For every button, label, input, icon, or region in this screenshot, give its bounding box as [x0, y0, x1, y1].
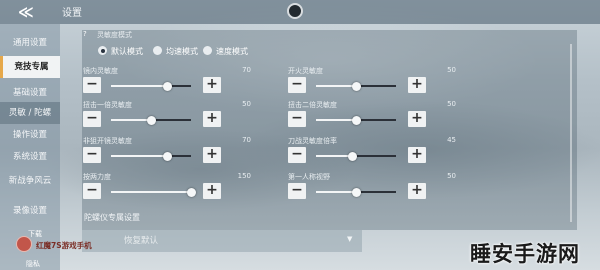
slider-value: 50 — [447, 66, 456, 74]
slider-handle[interactable] — [162, 81, 172, 91]
slider-track[interactable] — [111, 115, 191, 125]
sidebar-item[interactable]: 新战争风云 — [0, 170, 60, 192]
increase-button[interactable]: + — [408, 111, 426, 127]
decrease-button[interactable]: − — [83, 111, 101, 127]
sidebar-privacy-label: 隐私 — [26, 260, 40, 268]
increase-button[interactable]: + — [408, 147, 426, 163]
increase-button[interactable]: + — [203, 77, 221, 93]
increase-button[interactable]: + — [203, 147, 221, 163]
slider-value: 70 — [242, 136, 251, 144]
scrollbar[interactable] — [570, 44, 572, 222]
slider-fill — [111, 191, 191, 193]
radio-icon[interactable] — [203, 46, 212, 55]
slider-fill — [316, 119, 356, 121]
radio-icon[interactable] — [153, 46, 162, 55]
gyro-section-title: 陀螺仪专属设置 — [84, 213, 140, 222]
increase-button[interactable]: + — [408, 77, 426, 93]
sidebar-item[interactable]: 灵敏 / 陀螺 — [0, 102, 60, 124]
decrease-button[interactable]: − — [288, 111, 306, 127]
slider-label: 按两力度 — [83, 173, 111, 181]
slider-label: 镜内灵敏度 — [83, 67, 118, 75]
sidebar-item[interactable]: 系统设置 — [0, 146, 60, 168]
slider-value: 50 — [242, 100, 251, 108]
slider-value: 150 — [237, 172, 251, 180]
back-chevron-icon: ≪ — [18, 3, 34, 21]
decrease-button[interactable]: − — [288, 183, 306, 199]
slider-handle[interactable] — [351, 81, 361, 91]
slider-value: 50 — [447, 172, 456, 180]
slider-value: 45 — [447, 136, 456, 144]
radio-icon[interactable] — [98, 46, 107, 55]
slider-track[interactable] — [316, 81, 396, 91]
decrease-button[interactable]: − — [83, 147, 101, 163]
slider-track[interactable] — [316, 151, 396, 161]
increase-button[interactable]: + — [203, 111, 221, 127]
slider-track[interactable] — [111, 187, 196, 197]
slider-fill — [316, 85, 356, 87]
slider-value: 70 — [242, 66, 251, 74]
sidebar-item[interactable]: 操作设置 — [0, 124, 60, 146]
decrease-button[interactable]: − — [288, 77, 306, 93]
reset-default-button[interactable]: 恢复默认 — [82, 230, 362, 252]
sensitivity-section-title: 灵敏度模式 — [97, 31, 132, 39]
mode-option-label: 均速模式 — [166, 47, 198, 56]
slider-handle[interactable] — [347, 151, 357, 161]
back-button[interactable]: ≪ — [18, 3, 40, 21]
watermark-left: 红魔7S游戏手机 — [36, 241, 92, 250]
slider-label: 扭击二倍灵敏度 — [288, 101, 337, 109]
slider-handle[interactable] — [186, 187, 196, 197]
sidebar-item[interactable]: 通用设置 — [0, 32, 60, 54]
slider-fill — [111, 85, 167, 87]
increase-button[interactable]: + — [408, 183, 426, 199]
question-icon[interactable]: ? — [83, 30, 93, 40]
slider-track[interactable] — [316, 115, 396, 125]
slider-label: 刀战灵敏度倍率 — [288, 137, 337, 145]
settings-panel — [82, 30, 577, 230]
sidebar-item[interactable]: 基础设置 — [0, 82, 60, 104]
slider-fill — [111, 119, 151, 121]
slider-track[interactable] — [111, 81, 191, 91]
slider-handle[interactable] — [146, 115, 156, 125]
decrease-button[interactable]: − — [83, 183, 101, 199]
slider-label: 扭击一倍灵敏度 — [83, 101, 132, 109]
mode-option[interactable]: 均速模式 — [153, 46, 198, 58]
decrease-button[interactable]: − — [288, 147, 306, 163]
sidebar-item[interactable]: 录像设置 — [0, 200, 60, 222]
slider-track[interactable] — [111, 151, 191, 161]
chevron-down-icon: ▼ — [347, 235, 353, 243]
mode-option[interactable]: 默认模式 — [98, 46, 143, 58]
page-title: 设置 — [62, 8, 82, 19]
mode-option-label: 默认模式 — [111, 47, 143, 56]
slider-fill — [316, 191, 356, 193]
phone-logo-icon — [16, 236, 32, 252]
slider-handle[interactable] — [162, 151, 172, 161]
mode-option[interactable]: 速度模式 — [203, 46, 248, 58]
slider-label: 非狙开镜灵敏度 — [83, 137, 132, 145]
slider-fill — [316, 155, 352, 157]
slider-label: 第一人称视野 — [288, 173, 330, 181]
top-center-button[interactable] — [287, 3, 303, 19]
slider-label: 开火灵敏度 — [288, 67, 323, 75]
decrease-button[interactable]: − — [83, 77, 101, 93]
increase-button[interactable]: + — [203, 183, 221, 199]
sidebar-download-label: 下载 — [28, 230, 42, 238]
watermark-right: 睡安手游网 — [470, 241, 580, 266]
slider-track[interactable] — [316, 187, 396, 197]
mode-option-label: 速度模式 — [216, 47, 248, 56]
slider-fill — [111, 155, 167, 157]
slider-handle[interactable] — [351, 187, 361, 197]
slider-value: 50 — [447, 100, 456, 108]
slider-handle[interactable] — [351, 115, 361, 125]
sidebar-item[interactable]: 竞技专属 — [0, 56, 60, 78]
